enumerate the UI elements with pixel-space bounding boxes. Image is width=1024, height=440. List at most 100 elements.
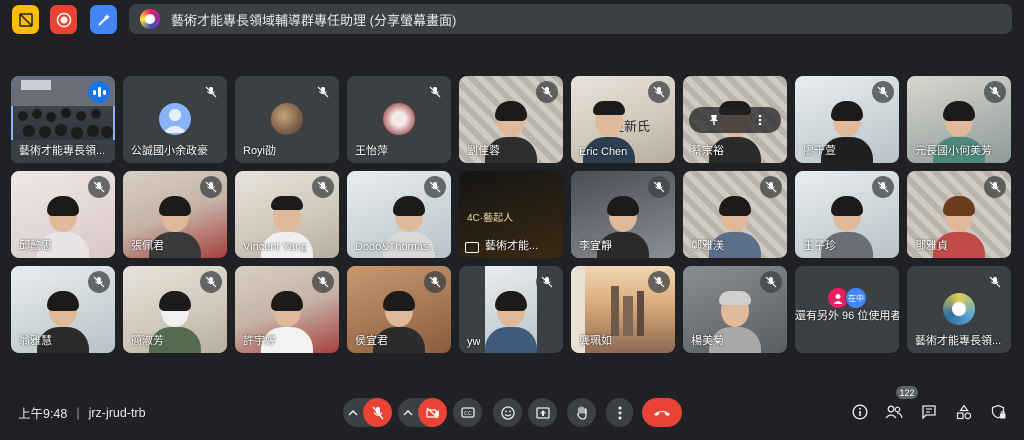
present-screen-button[interactable]	[528, 398, 557, 427]
emoji-reaction-button[interactable]	[493, 398, 522, 427]
participant-tile[interactable]: 鄭雅渼	[683, 171, 787, 258]
participant-tile[interactable]: 簡淑芳	[123, 266, 227, 353]
participant-tile[interactable]: 王子珍	[795, 171, 899, 258]
captions-button[interactable]: CC	[453, 398, 482, 427]
meeting-code[interactable]: jrz-jrud-trb	[89, 406, 146, 420]
call-controls-bar: 上午9:48 | jrz-jrud-trb CC 122	[0, 386, 1024, 434]
camera-control	[398, 398, 447, 427]
host-controls-button[interactable]	[988, 400, 1010, 424]
mic-off-icon	[648, 176, 670, 198]
participant-name: 翁雅慧	[19, 335, 52, 347]
camera-off-button[interactable]	[418, 398, 447, 427]
participant-tile[interactable]: 藝術才能專長領...	[11, 76, 115, 163]
participant-tile[interactable]: 公誠國小余政豪	[123, 76, 227, 163]
mic-off-icon	[872, 81, 894, 103]
presentation-banner[interactable]: 藝術才能專長領域輔導群專任助理 (分享螢幕畫面)	[129, 4, 1012, 34]
mic-off-icon	[200, 81, 222, 103]
info-icon	[852, 404, 868, 420]
participant-name: 張佩君	[131, 240, 164, 252]
participant-tile[interactable]: 王怡萍	[347, 76, 451, 163]
participant-name: yw	[467, 336, 481, 348]
participant-name: 簡淑芳	[131, 335, 164, 347]
participant-tile[interactable]: 4C·藝起人 藝術才能...	[459, 171, 563, 258]
mic-off-icon	[536, 271, 558, 293]
mic-off-icon	[424, 81, 446, 103]
mic-off-icon	[760, 176, 782, 198]
mic-off-icon	[760, 271, 782, 293]
more-options-icon[interactable]	[758, 114, 762, 126]
presenting-icon	[465, 242, 479, 253]
participant-name: 藝術才能專長領...	[19, 145, 106, 157]
mic-off-icon	[536, 81, 558, 103]
participant-name: Royi劭	[243, 145, 277, 157]
participant-tile[interactable]: 更新氏 Eric Chen	[571, 76, 675, 163]
participant-tile[interactable]: Vincent Yang	[235, 171, 339, 258]
mini-avatars: 在中	[827, 287, 867, 309]
mic-off-icon	[371, 406, 384, 419]
edit-wand-icon[interactable]	[90, 5, 117, 34]
chevron-up-icon[interactable]	[343, 409, 363, 416]
captions-icon: CC	[460, 407, 475, 418]
avatar: 在中	[845, 287, 867, 309]
chevron-up-icon[interactable]	[398, 409, 418, 416]
participant-tile[interactable]: 鄧雅貞	[907, 171, 1011, 258]
participant-tile[interactable]: Royi劭	[235, 76, 339, 163]
participant-tile[interactable]: yw	[459, 266, 563, 353]
participant-tile[interactable]: 侯宜君	[347, 266, 451, 353]
svg-text:CC: CC	[464, 411, 472, 417]
people-button[interactable]	[883, 400, 905, 424]
participant-name: 邱懿思	[19, 240, 52, 252]
participant-name: 劉佳蓉	[467, 145, 500, 157]
participant-name: Dodo&Thomas...	[355, 241, 438, 253]
participant-tile[interactable]: 蔡宗裕	[683, 76, 787, 163]
participant-tile[interactable]: 李宜靜	[571, 171, 675, 258]
emoji-icon	[500, 405, 515, 420]
participant-name: 王怡萍	[355, 145, 388, 157]
leave-call-button[interactable]	[642, 398, 682, 427]
mic-off-icon	[88, 271, 110, 293]
top-bar: 藝術才能專長領域輔導群專任助理 (分享螢幕畫面)	[0, 0, 1024, 42]
participant-tile[interactable]: 劉佳蓉	[459, 76, 563, 163]
audio-bars-icon	[88, 81, 110, 103]
participant-tile[interactable]: 元長國小何美芳	[907, 76, 1011, 163]
participant-tile[interactable]: 翁雅慧	[11, 266, 115, 353]
raise-hand-button[interactable]	[567, 398, 596, 427]
no-camera-grid-icon[interactable]	[12, 5, 39, 34]
activities-button[interactable]	[953, 400, 975, 424]
participant-tile[interactable]: 廖于萱	[795, 76, 899, 163]
host-controls-icon	[991, 404, 1006, 419]
meeting-info: 上午9:48 | jrz-jrud-trb	[18, 403, 146, 422]
participant-tile[interactable]: Dodo&Thomas...	[347, 171, 451, 258]
avatar	[159, 103, 191, 135]
meeting-details-button[interactable]	[849, 400, 871, 424]
participant-name: 元長國小何美芳	[915, 145, 992, 157]
more-participants-tile[interactable]: 在中 還有另外 96 位使用者	[795, 266, 899, 353]
activities-icon	[956, 404, 972, 420]
participant-name: Vincent Yang	[243, 241, 308, 253]
pin-icon[interactable]	[708, 114, 720, 126]
chat-button[interactable]	[918, 400, 940, 424]
participant-name: 藝術才能...	[485, 240, 539, 252]
shared-screen-poster: 4C·藝起人	[467, 213, 514, 224]
participant-tile[interactable]: 楊美菊	[683, 266, 787, 353]
participant-tile[interactable]: 邱懿思	[11, 171, 115, 258]
participant-name: 公誠國小余政豪	[131, 145, 208, 157]
more-vert-icon	[618, 406, 621, 419]
participant-tile[interactable]: 許宇婷	[235, 266, 339, 353]
avatar	[943, 293, 975, 325]
participant-name: 李宜靜	[579, 240, 612, 252]
more-options-button[interactable]	[606, 398, 633, 427]
mic-off-button[interactable]	[363, 398, 392, 427]
participant-name: 蔡宗裕	[691, 145, 724, 157]
participant-count-badge: 122	[896, 386, 918, 399]
record-icon[interactable]	[50, 5, 77, 34]
participant-tile[interactable]: 張佩君	[123, 171, 227, 258]
others-count-label: 還有另外 96 位使用者	[795, 310, 899, 322]
avatar	[271, 103, 303, 135]
camera-off-icon	[425, 407, 439, 418]
participant-tile[interactable]: 藝術才能專長領...	[907, 266, 1011, 353]
participant-tile[interactable]: 龔珮如	[571, 266, 675, 353]
participant-name: 侯宜君	[355, 335, 388, 347]
participant-name: 王子珍	[803, 240, 836, 252]
participant-name: 鄧雅貞	[915, 240, 948, 252]
